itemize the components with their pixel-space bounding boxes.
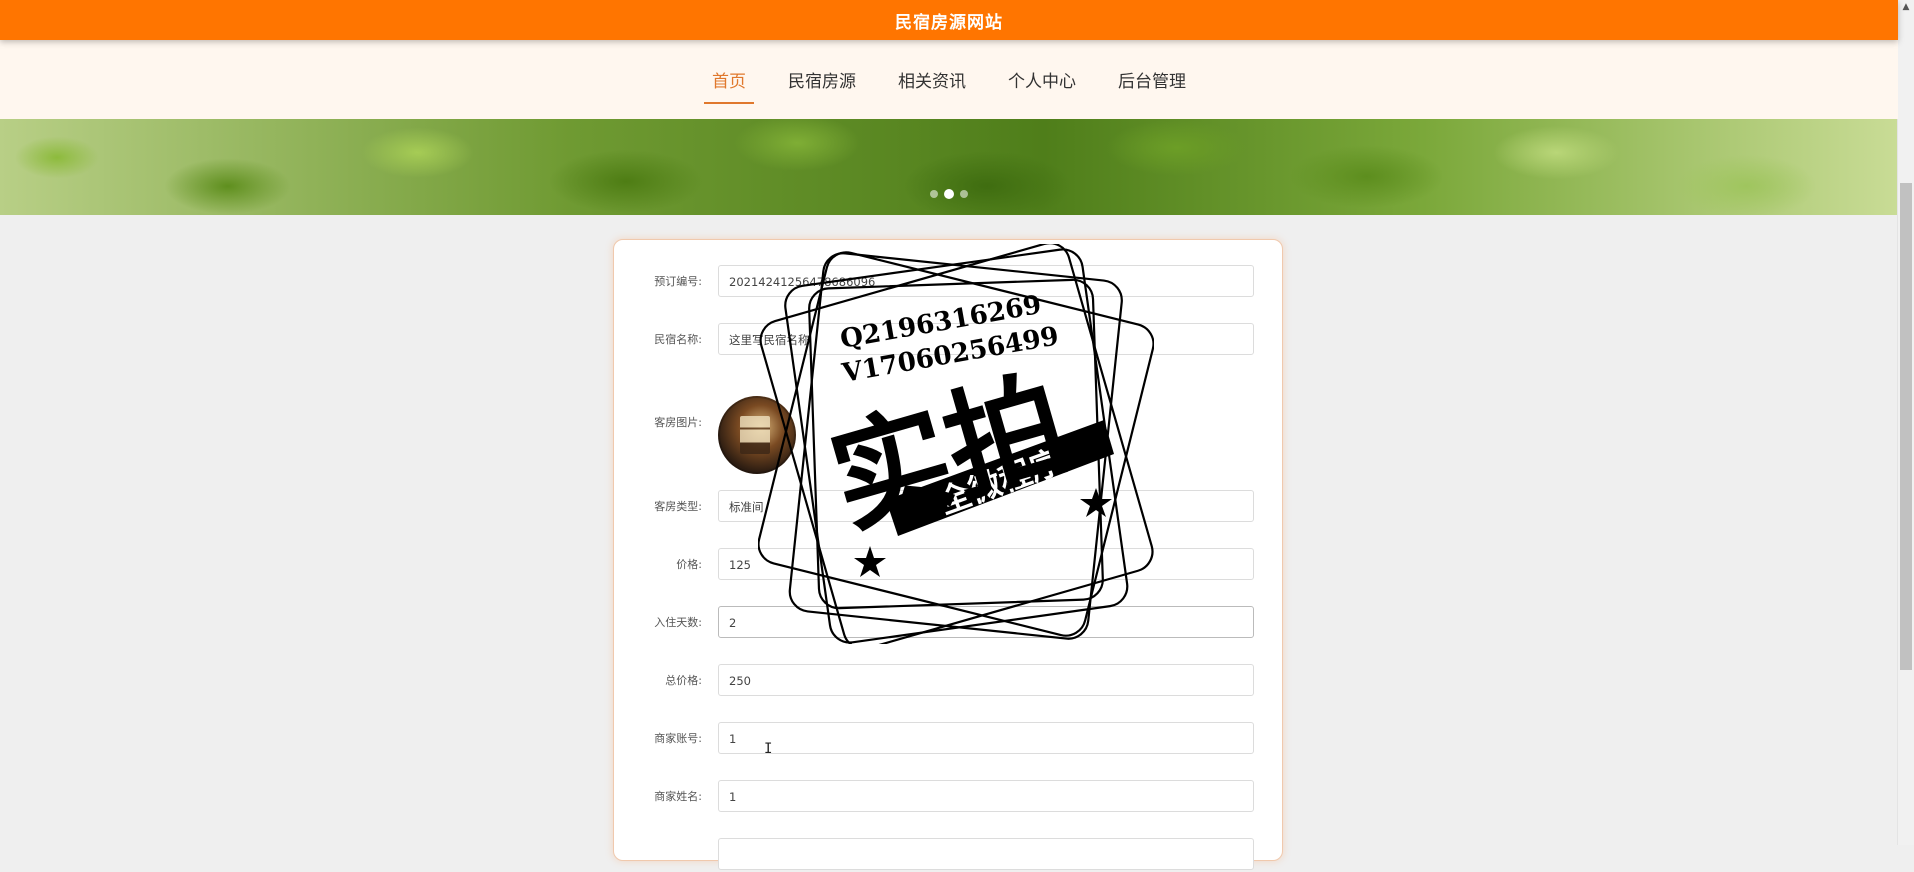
next-field[interactable] [718,838,1254,870]
star-icon [854,546,886,577]
label-room-image: 客房图片: [654,416,702,429]
site-title: 民宿房源网站 [895,12,1003,33]
main-nav: 首页 民宿房源 相关资讯 个人中心 后台管理 [0,40,1898,119]
merchant-name-field[interactable]: 1 [718,780,1254,812]
page-scrollbar[interactable]: ▲ [1897,0,1914,845]
carousel-dots [930,189,968,199]
star-icon [1080,488,1112,517]
label-room-type: 客房类型: [654,500,702,513]
nav-item-profile[interactable]: 个人中心 [1000,61,1084,98]
watermark-stamp: 全微程序 Q2196316269 V17060256499 实拍 [758,244,1154,644]
hero-banner [0,119,1898,215]
row-next [614,838,1282,872]
nav-item-news[interactable]: 相关资讯 [890,61,974,98]
label-total: 总价格: [665,674,702,687]
row-merchant-name: 商家姓名: 1 [614,780,1282,814]
nav-item-admin[interactable]: 后台管理 [1110,61,1194,98]
carousel-dot[interactable] [960,190,968,198]
label-merchant-name: 商家姓名: [654,790,702,803]
total-price-field[interactable]: 250 [718,664,1254,696]
row-total: 总价格: 250 [614,664,1282,698]
merchant-account-field[interactable]: 1 [718,722,1254,754]
label-price: 价格: [676,558,702,571]
nav-item-home[interactable]: 首页 [704,61,754,104]
row-merchant-account: 商家账号: 1 [614,722,1282,756]
scrollbar-thumb[interactable] [1900,183,1912,670]
label-booking-no: 预订编号: [654,275,702,288]
top-header-bar: 民宿房源网站 [0,0,1898,40]
nav-item-homestays[interactable]: 民宿房源 [780,61,864,98]
carousel-dot-active[interactable] [944,189,954,199]
label-merchant-account: 商家账号: [654,732,702,745]
carousel-dot[interactable] [930,190,938,198]
label-homestay-name: 民宿名称: [654,333,702,346]
arrow-up-icon[interactable]: ▲ [1898,0,1914,14]
text-cursor-icon: I [764,741,773,757]
label-days: 入住天数: [654,616,702,629]
